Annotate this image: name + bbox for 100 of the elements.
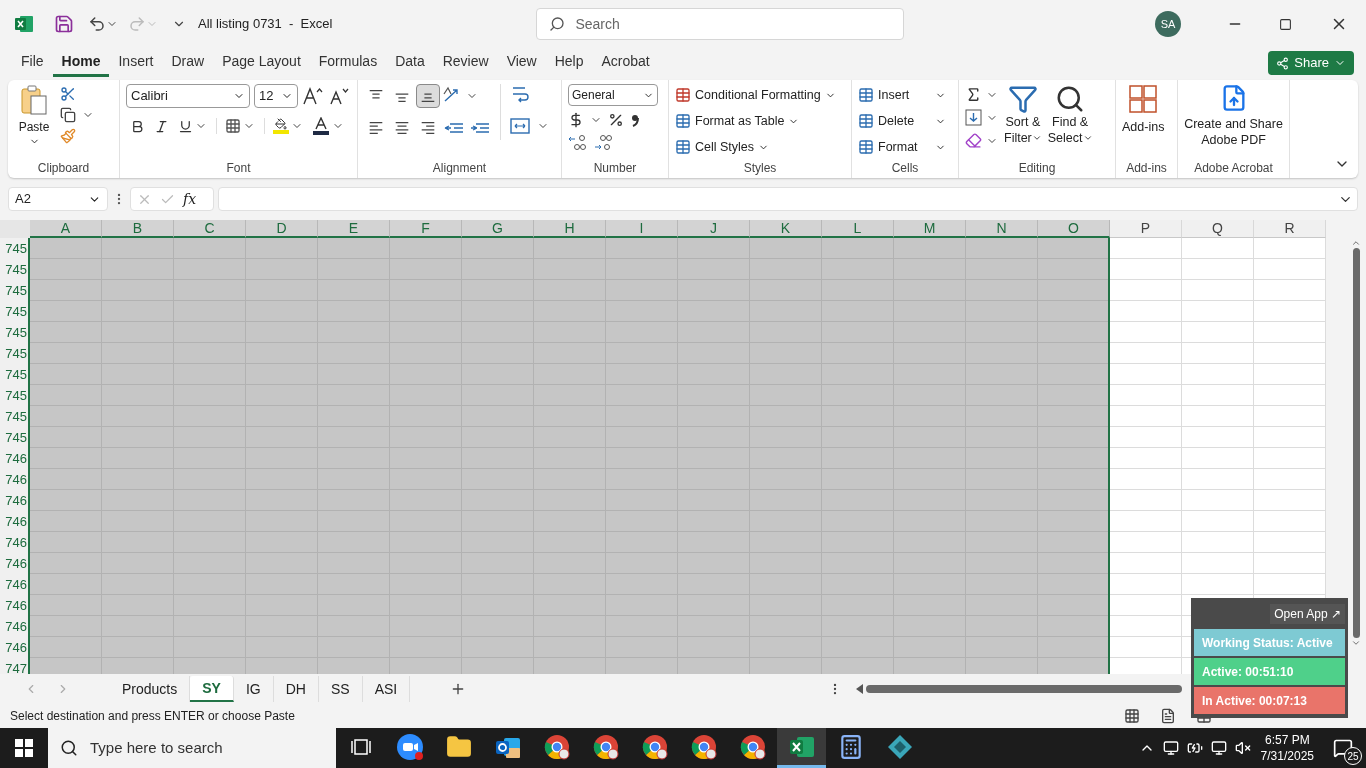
grid-cell[interactable] bbox=[1110, 364, 1182, 385]
row-header[interactable]: 745 bbox=[5, 427, 28, 448]
select-all-corner[interactable] bbox=[0, 220, 30, 238]
grid-cell[interactable] bbox=[966, 658, 1038, 674]
grid-cell[interactable] bbox=[30, 238, 102, 259]
row-header[interactable]: 745 bbox=[5, 364, 28, 385]
grid-cell[interactable] bbox=[30, 637, 102, 658]
start-icon[interactable] bbox=[15, 739, 33, 757]
grid-cell[interactable] bbox=[1182, 364, 1254, 385]
grid-cell[interactable] bbox=[1038, 343, 1110, 364]
styles-button[interactable]: Conditional Formatting bbox=[675, 84, 836, 106]
font-name-field[interactable]: Calibri bbox=[126, 84, 250, 108]
percent-icon[interactable] bbox=[608, 112, 624, 128]
row-header[interactable]: 746 bbox=[5, 574, 28, 595]
ribbon-tab[interactable]: Formulas bbox=[309, 49, 387, 77]
grid-cell[interactable] bbox=[30, 322, 102, 343]
grid-cell[interactable] bbox=[1038, 469, 1110, 490]
ribbon-tab[interactable]: Acrobat bbox=[592, 49, 659, 77]
grid-cell[interactable] bbox=[1038, 616, 1110, 637]
grid-cell[interactable] bbox=[1110, 595, 1182, 616]
grid-cell[interactable] bbox=[390, 658, 462, 674]
grid-cell[interactable] bbox=[30, 343, 102, 364]
grid-cell[interactable] bbox=[822, 658, 894, 674]
grid-cell[interactable] bbox=[1182, 259, 1254, 280]
create-pdf-button[interactable]: Create and Share Adobe PDF bbox=[1184, 84, 1283, 148]
column-header[interactable]: P bbox=[1110, 220, 1182, 238]
grid-cell[interactable] bbox=[1182, 406, 1254, 427]
column-header[interactable]: Q bbox=[1182, 220, 1254, 238]
column-header[interactable]: M bbox=[894, 220, 966, 238]
column-header[interactable]: O bbox=[1038, 220, 1110, 238]
ribbon-tab[interactable]: Data bbox=[386, 49, 434, 77]
scroll-up-icon[interactable] bbox=[1351, 238, 1361, 248]
grid-cell[interactable] bbox=[30, 469, 102, 490]
grid-cell[interactable] bbox=[1182, 280, 1254, 301]
styles-button[interactable]: Format as Table bbox=[675, 110, 836, 132]
ribbon-tab[interactable]: Page Layout bbox=[213, 49, 310, 77]
eraser-icon[interactable] bbox=[965, 132, 982, 149]
ribbon-tab[interactable]: File bbox=[12, 49, 53, 77]
grid-cell[interactable] bbox=[1182, 322, 1254, 343]
row-header[interactable]: 746 bbox=[5, 595, 28, 616]
browser-icon[interactable] bbox=[592, 733, 619, 760]
row-header[interactable]: 745 bbox=[5, 322, 28, 343]
column-header[interactable]: R bbox=[1254, 220, 1326, 238]
grid-cell[interactable] bbox=[462, 238, 534, 259]
add-ins-button[interactable]: Add-ins bbox=[1122, 84, 1165, 137]
grid-cell[interactable] bbox=[1254, 238, 1326, 259]
grid-cell[interactable] bbox=[894, 238, 966, 259]
grid-cell[interactable] bbox=[750, 658, 822, 674]
grid-cell[interactable] bbox=[1182, 385, 1254, 406]
row-header[interactable]: 746 bbox=[5, 469, 28, 490]
grid-cell[interactable] bbox=[174, 238, 246, 259]
redo-icon[interactable] bbox=[128, 15, 146, 33]
grid-cell[interactable] bbox=[1038, 238, 1110, 259]
volume-muted-icon[interactable] bbox=[1234, 740, 1251, 756]
grid-cell[interactable] bbox=[1182, 490, 1254, 511]
grid-cell[interactable] bbox=[678, 238, 750, 259]
browser-icon[interactable] bbox=[641, 733, 668, 760]
grid-cell[interactable] bbox=[30, 406, 102, 427]
fill-color-icon[interactable] bbox=[273, 118, 289, 134]
grid-cell[interactable] bbox=[1182, 469, 1254, 490]
grow-font-icon[interactable] bbox=[302, 86, 324, 106]
grid-cell[interactable] bbox=[30, 448, 102, 469]
grid-cell[interactable] bbox=[30, 427, 102, 448]
grid-cell[interactable] bbox=[30, 364, 102, 385]
grid-cell[interactable] bbox=[1110, 301, 1182, 322]
grid-cell[interactable] bbox=[1110, 616, 1182, 637]
row-header[interactable]: 746 bbox=[5, 532, 28, 553]
ribbon-tab[interactable]: Draw bbox=[162, 49, 214, 77]
grid-cell[interactable] bbox=[1254, 301, 1326, 322]
clock-time[interactable]: 6:57 PM bbox=[1264, 732, 1310, 748]
grid-cell[interactable] bbox=[30, 595, 102, 616]
grid-cell[interactable] bbox=[1254, 574, 1326, 595]
sheet-tab[interactable]: DH bbox=[273, 676, 319, 702]
network-icon[interactable] bbox=[1210, 740, 1227, 756]
increase-decimal-icon[interactable] bbox=[568, 134, 588, 152]
grid-cell[interactable] bbox=[1182, 238, 1254, 259]
grid-cell[interactable] bbox=[1254, 406, 1326, 427]
cut-icon[interactable] bbox=[60, 86, 76, 102]
column-header[interactable]: H bbox=[534, 220, 606, 238]
grid-cell[interactable] bbox=[1182, 553, 1254, 574]
grid-cell[interactable] bbox=[750, 238, 822, 259]
formula-input[interactable] bbox=[218, 187, 1358, 211]
sort-filter-button[interactable]: Sort & Filter bbox=[1004, 84, 1042, 149]
grid-cell[interactable] bbox=[1254, 280, 1326, 301]
grid-cell[interactable] bbox=[102, 238, 174, 259]
grid-cell[interactable] bbox=[390, 238, 462, 259]
grid-cell[interactable] bbox=[1110, 532, 1182, 553]
grid-cell[interactable] bbox=[1038, 658, 1110, 674]
grid-cell[interactable] bbox=[1038, 259, 1110, 280]
grid-cell[interactable] bbox=[30, 280, 102, 301]
insert-function-button[interactable]: fx bbox=[183, 188, 197, 210]
grid-cell[interactable] bbox=[246, 658, 318, 674]
font-size-field[interactable]: 12 bbox=[254, 84, 298, 108]
row-header[interactable]: 745 bbox=[5, 301, 28, 322]
grid-cell[interactable] bbox=[1038, 301, 1110, 322]
grid-cell[interactable] bbox=[1182, 574, 1254, 595]
ribbon-tab[interactable]: Review bbox=[433, 49, 498, 77]
browser-icon[interactable] bbox=[690, 733, 717, 760]
column-header[interactable]: F bbox=[390, 220, 462, 238]
ribbon-tab[interactable]: Home bbox=[52, 49, 110, 77]
